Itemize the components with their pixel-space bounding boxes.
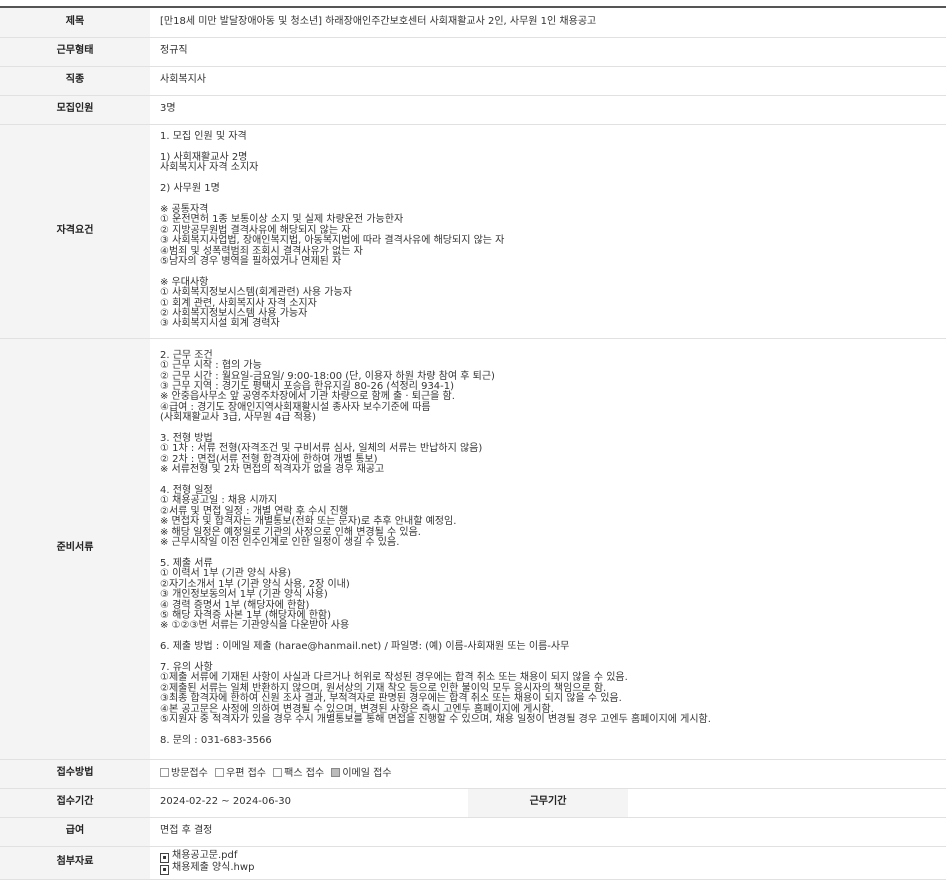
attachment-link-hwp[interactable]: ▪ 채용제출 양식.hwp [160, 862, 946, 875]
value-attachments: ▪ 채용공고문.pdf ▪ 채용제출 양식.hwp [150, 846, 946, 880]
row-salary: 급여 면접 후 결정 [0, 817, 946, 847]
row-apply-period: 접수기간 2024-02-22 ~ 2024-06-30 근무기간 [0, 788, 946, 818]
option-email: 이메일 접수 [331, 767, 392, 779]
value-work-period [628, 788, 946, 818]
value-job: 사회복지사 [150, 66, 946, 96]
label-documents: 준비서류 [0, 338, 150, 760]
row-documents: 준비서류 2. 근무 조건 ① 근무 시작 : 협의 가능 ② 근무 시간 : … [0, 338, 946, 760]
value-headcount: 3명 [150, 95, 946, 125]
option-mail-label: 우편 접수 [226, 767, 266, 779]
row-attachments: 첨부자료 ▪ 채용공고문.pdf ▪ 채용제출 양식.hwp [0, 846, 946, 880]
value-title: [만18세 미만 발달장애아동 및 청소년] 하래장애인주간보호센터 사회재활교… [150, 8, 946, 38]
label-headcount: 모집인원 [0, 95, 150, 125]
row-work-type: 근무형태 정규직 [0, 37, 946, 67]
checkbox-email [331, 767, 341, 777]
job-posting-table: 제목 [만18세 미만 발달장애아동 및 청소년] 하래장애인주간보호센터 사회… [0, 8, 946, 880]
documents-text: 2. 근무 조건 ① 근무 시작 : 협의 가능 ② 근무 시간 : 월요일-금… [160, 349, 711, 746]
row-requirements: 자격요건 1. 모집 인원 및 자격 1) 사회재활교사 2명 사회복지사 자격… [0, 124, 946, 339]
checkbox-mail [215, 767, 224, 777]
option-visit: 방문접수 [160, 767, 208, 779]
row-apply-method: 접수방법 방문접수 우편 접수 팩스 접수 이메일 접수 [0, 759, 946, 789]
value-requirements: 1. 모집 인원 및 자격 1) 사회재활교사 2명 사회복지사 자격 소지자 … [150, 124, 946, 339]
label-apply-period: 접수기간 [0, 788, 150, 818]
label-job: 직종 [0, 66, 150, 96]
row-title: 제목 [만18세 미만 발달장애아동 및 청소년] 하래장애인주간보호센터 사회… [0, 8, 946, 38]
attachment-pdf-name[interactable]: 채용공고문.pdf [172, 850, 237, 861]
option-fax: 팩스 접수 [273, 767, 325, 779]
label-work-period: 근무기간 [468, 788, 628, 818]
attachment-link-pdf[interactable]: ▪ 채용공고문.pdf [160, 850, 946, 863]
option-fax-label: 팩스 접수 [284, 767, 325, 779]
option-mail: 우편 접수 [215, 767, 266, 779]
job-posting: 제목 [만18세 미만 발달장애아동 및 청소년] 하래장애인주간보호센터 사회… [0, 0, 946, 887]
label-apply-method: 접수방법 [0, 759, 150, 789]
checkbox-fax [273, 767, 283, 777]
label-attachments: 첨부자료 [0, 846, 150, 880]
checkbox-visit [160, 767, 169, 777]
value-apply-method: 방문접수 우편 접수 팩스 접수 이메일 접수 [150, 759, 946, 789]
option-email-label: 이메일 접수 [342, 767, 392, 779]
value-salary: 면접 후 결정 [150, 817, 946, 847]
file-icon: ▪ [160, 852, 169, 863]
option-visit-label: 방문접수 [171, 767, 208, 779]
row-job: 직종 사회복지사 [0, 66, 946, 96]
attachment-hwp-name[interactable]: 채용제출 양식.hwp [172, 862, 254, 873]
value-documents: 2. 근무 조건 ① 근무 시작 : 협의 가능 ② 근무 시간 : 월요일-금… [150, 338, 946, 760]
row-headcount: 모집인원 3명 [0, 95, 946, 125]
value-work-type: 정규직 [150, 37, 946, 67]
file-icon: ▪ [160, 864, 169, 875]
value-apply-period: 2024-02-22 ~ 2024-06-30 [150, 788, 468, 818]
label-salary: 급여 [0, 817, 150, 847]
label-title: 제목 [0, 8, 150, 38]
label-requirements: 자격요건 [0, 124, 150, 339]
label-work-type: 근무형태 [0, 37, 150, 67]
requirements-text: 1. 모집 인원 및 자격 1) 사회재활교사 2명 사회복지사 자격 소지자 … [160, 131, 505, 330]
